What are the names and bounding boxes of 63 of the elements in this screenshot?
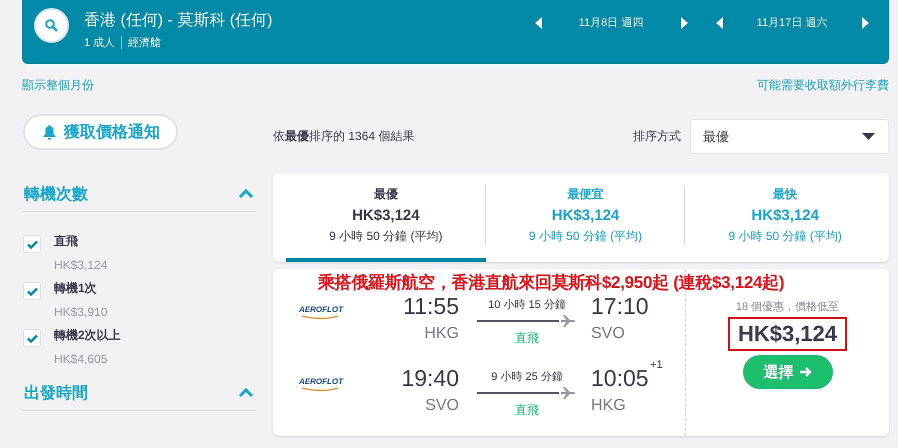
option-label: 轉機2次以上 [54, 327, 121, 344]
option-label: 轉機1次 [54, 280, 98, 297]
results-summary: 依最優排序的 1364 個結果 [273, 128, 414, 145]
price: HK$3,124 [738, 321, 838, 346]
arrow-right-icon [798, 366, 812, 378]
arrow-left-icon [716, 16, 722, 28]
select-button[interactable]: 選擇 [742, 355, 832, 389]
price-alert-button[interactable]: 獲取價格通知 [23, 114, 178, 150]
option-price: HK$4,605 [54, 352, 108, 366]
sort-dropdown[interactable]: 最優 [690, 119, 889, 154]
arrival-time: 17:10 [591, 293, 649, 320]
flight-duration: 9 小時 25 分鐘 [491, 370, 563, 384]
checkbox[interactable] [23, 282, 41, 300]
filter-title: 轉機次數 [24, 184, 88, 204]
chevron-up-icon [238, 189, 254, 199]
checkmark-icon [26, 334, 38, 342]
option-price: HK$3,124 [54, 258, 108, 272]
next-date-button[interactable] [678, 16, 690, 30]
cabin-class: 經濟艙 [128, 36, 162, 50]
departure-time: 11:55 [403, 293, 459, 320]
sort-tab[interactable]: 最快 HK$3,124 9 小時 50 分鐘 (平均) [685, 173, 886, 262]
airport-code: HKG [424, 325, 459, 343]
caret-icon [862, 133, 875, 140]
airport-code: HKG [591, 397, 626, 415]
chevron-up-icon [238, 388, 254, 398]
filter-title: 出發時間 [24, 384, 88, 404]
flight-line-icon [477, 315, 577, 327]
checkbox[interactable] [23, 235, 41, 253]
sort-label: 排序方式 [633, 128, 681, 145]
route-title: 香港 (任何) - 莫斯科 (任何) [84, 10, 274, 31]
flight-duration: 10 小時 15 分鐘 [488, 298, 566, 312]
sort-tab[interactable]: 最優 HK$3,124 9 小時 50 分鐘 (平均) [286, 173, 486, 262]
arrow-right-icon [680, 16, 688, 28]
deals-count: 18 個優惠，價格低至 [736, 300, 840, 314]
checkmark-icon [26, 286, 38, 296]
date-label: 11月8日 週四 [578, 16, 644, 30]
checkbox[interactable] [23, 329, 41, 347]
checkmark-icon [26, 240, 38, 248]
airline-logo: AEROFLOT [298, 305, 344, 320]
collapse-button[interactable] [238, 388, 254, 398]
passenger-count: 1 成人 [84, 36, 116, 50]
date-label: 11月17日 週六 [756, 16, 828, 30]
airport-code: SVO [425, 397, 459, 415]
stops-label: 直飛 [515, 402, 539, 419]
arrow-right-icon [862, 16, 868, 28]
stops-label: 直飛 [515, 330, 539, 347]
flight-line-icon [477, 387, 577, 399]
search-button[interactable] [34, 8, 69, 43]
next-date-button[interactable] [859, 16, 871, 30]
departure-time: 19:40 [401, 365, 459, 392]
bell-icon [43, 124, 56, 140]
airline-logo: AEROFLOT [298, 377, 344, 392]
show-month-link[interactable]: 顯示整個月份 [22, 77, 94, 94]
search-icon [45, 19, 58, 32]
option-price: HK$3,910 [54, 305, 108, 319]
sort-tab[interactable]: 最便宜 HK$3,124 9 小時 50 分鐘 (平均) [486, 173, 686, 262]
arrow-left-icon [534, 16, 542, 28]
option-label: 直飛 [54, 233, 79, 250]
day-offset: +1 [650, 359, 663, 371]
airport-code: SVO [591, 325, 625, 343]
collapse-button[interactable] [238, 189, 254, 199]
baggage-fee-link[interactable]: 可能需要收取額外行李費 [757, 77, 889, 94]
annotation-text: 乘搭俄羅斯航空，香港直航來回莫斯科$2,950起 (連稅$3,124起) [318, 272, 784, 294]
